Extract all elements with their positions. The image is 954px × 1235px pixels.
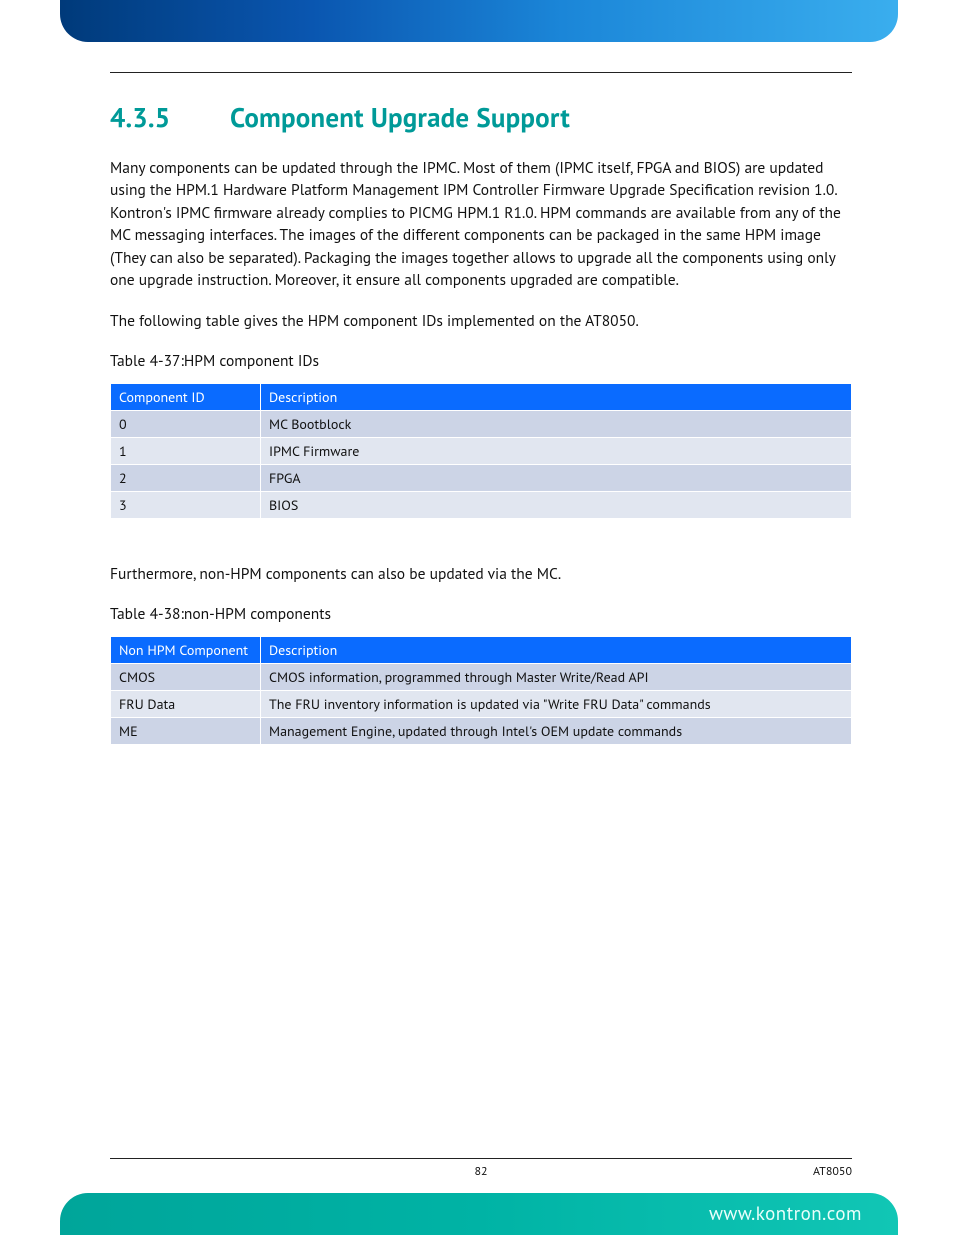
- section-title: Component Upgrade Support: [230, 101, 570, 135]
- table-row: CMOS CMOS information, programmed throug…: [111, 663, 852, 690]
- footer-url: www.kontron.com: [709, 1202, 862, 1226]
- content-area: 4.3.5Component Upgrade Support Many comp…: [110, 72, 852, 745]
- header-tab: [60, 0, 898, 42]
- cell: FPGA: [261, 464, 852, 491]
- cell: IPMC Firmware: [261, 437, 852, 464]
- cell: 3: [111, 491, 261, 518]
- cell: ME: [111, 717, 261, 744]
- cell: MC Bootblock: [261, 410, 852, 437]
- table-row: 0 MC Bootblock: [111, 410, 852, 437]
- footer-tab: www.kontron.com: [60, 1193, 898, 1235]
- section-heading: 4.3.5Component Upgrade Support: [110, 101, 852, 135]
- table2-caption: Table 4-38:non-HPM components: [110, 603, 852, 625]
- table-row: 2 FPGA: [111, 464, 852, 491]
- table-row: 3 BIOS: [111, 491, 852, 518]
- cell: CMOS information, programmed through Mas…: [261, 663, 852, 690]
- table-row: FRU Data The FRU inventory information i…: [111, 690, 852, 717]
- cell: FRU Data: [111, 690, 261, 717]
- table1-caption: Table 4-37:HPM component IDs: [110, 350, 852, 372]
- paragraph-table1-lead: The following table gives the HPM compon…: [110, 310, 852, 332]
- cell: CMOS: [111, 663, 261, 690]
- footer: 82 AT8050: [110, 1164, 852, 1179]
- table-nonhpm-components: Non HPM Component Description CMOS CMOS …: [110, 636, 852, 745]
- table1-header-id: Component ID: [111, 383, 261, 410]
- table-row: 1 IPMC Firmware: [111, 437, 852, 464]
- cell: 0: [111, 410, 261, 437]
- table-row: ME Management Engine, updated through In…: [111, 717, 852, 744]
- cell: The FRU inventory information is updated…: [261, 690, 852, 717]
- footer-rule: [110, 1158, 852, 1159]
- top-rule: [110, 72, 852, 73]
- table-hpm-components: Component ID Description 0 MC Bootblock …: [110, 383, 852, 519]
- table1-header-desc: Description: [261, 383, 852, 410]
- cell: 2: [111, 464, 261, 491]
- cell: Management Engine, updated through Intel…: [261, 717, 852, 744]
- table2-header-desc: Description: [261, 636, 852, 663]
- section-number: 4.3.5: [110, 101, 230, 135]
- cell: BIOS: [261, 491, 852, 518]
- paragraph-intro: Many components can be updated through t…: [110, 157, 852, 292]
- page-number: 82: [110, 1164, 852, 1179]
- table2-header-comp: Non HPM Component: [111, 636, 261, 663]
- cell: 1: [111, 437, 261, 464]
- paragraph-table2-lead: Furthermore, non-HPM components can also…: [110, 563, 852, 585]
